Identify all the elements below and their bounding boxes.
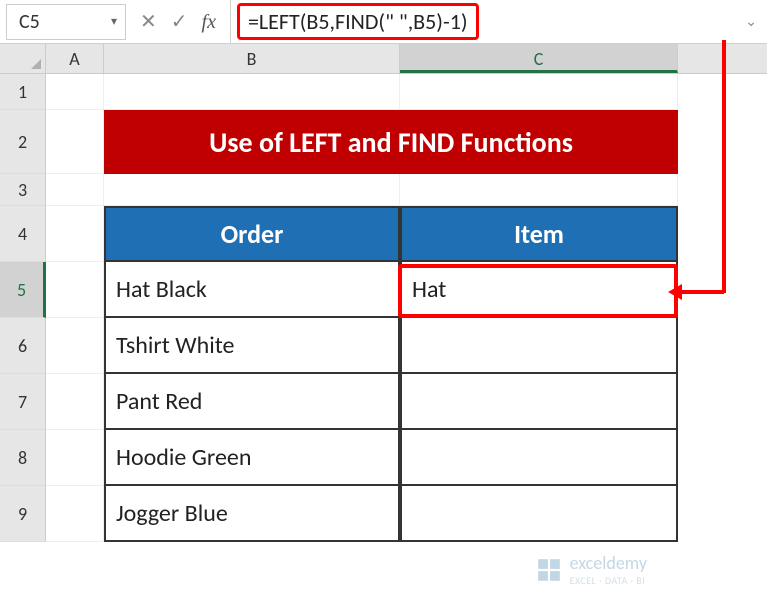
cell[interactable] — [46, 174, 104, 206]
row-5: 5 Hat Black Hat — [0, 262, 767, 318]
data-order[interactable]: Tshirt White — [104, 318, 400, 374]
cell[interactable] — [46, 262, 104, 318]
row-8: 8 Hoodie Green — [0, 430, 767, 486]
row-header[interactable]: 1 — [0, 74, 46, 110]
chevron-down-icon[interactable]: ▾ — [111, 14, 117, 29]
row-9: 9 Jogger Blue — [0, 486, 767, 542]
data-item[interactable]: Hat — [400, 262, 678, 318]
watermark: exceldemy EXCEL · DATA · BI — [536, 552, 647, 587]
row-7: 7 Pant Red — [0, 374, 767, 430]
row-header[interactable]: 8 — [0, 430, 46, 486]
row-header[interactable]: 6 — [0, 318, 46, 374]
fx-icon[interactable]: fx — [202, 12, 216, 32]
data-order[interactable]: Pant Red — [104, 374, 400, 430]
col-header-B[interactable]: B — [104, 44, 400, 73]
cell[interactable] — [46, 374, 104, 430]
select-all-corner[interactable] — [0, 44, 46, 73]
data-order[interactable]: Jogger Blue — [104, 486, 400, 542]
data-item[interactable] — [400, 318, 678, 374]
title-cell[interactable]: Use of LEFT and FIND Functions — [104, 110, 678, 174]
cell[interactable] — [400, 74, 678, 110]
row-header[interactable]: 7 — [0, 374, 46, 430]
row-header[interactable]: 4 — [0, 206, 46, 262]
cell[interactable] — [46, 110, 104, 174]
cell[interactable] — [46, 318, 104, 374]
formula-bar-buttons: ✕ ✓ fx — [126, 0, 231, 43]
cell[interactable] — [46, 430, 104, 486]
formula-bar: C5 ▾ ✕ ✓ fx =LEFT(B5,FIND(" ",B5)-1) ⌄ — [0, 0, 767, 44]
row-header[interactable]: 3 — [0, 174, 46, 206]
header-order[interactable]: Order — [104, 206, 400, 262]
data-item[interactable] — [400, 430, 678, 486]
cell[interactable] — [46, 486, 104, 542]
data-order[interactable]: Hoodie Green — [104, 430, 400, 486]
row-header[interactable]: 2 — [0, 110, 46, 174]
cell[interactable] — [104, 174, 400, 206]
watermark-tagline: EXCEL · DATA · BI — [570, 574, 647, 587]
row-header[interactable]: 5 — [0, 262, 46, 318]
cell[interactable] — [104, 74, 400, 110]
expand-chevron-icon[interactable]: ⌄ — [745, 13, 757, 30]
watermark-text: exceldemy EXCEL · DATA · BI — [570, 552, 647, 587]
col-header-A[interactable]: A — [46, 44, 104, 73]
row-2: 2 Use of LEFT and FIND Functions — [0, 110, 767, 174]
name-box[interactable]: C5 ▾ — [6, 4, 126, 40]
col-header-C[interactable]: C — [400, 44, 678, 73]
header-item[interactable]: Item — [400, 206, 678, 262]
data-item[interactable] — [400, 374, 678, 430]
row-4: 4 Order Item — [0, 206, 767, 262]
row-6: 6 Tshirt White — [0, 318, 767, 374]
row-1: 1 — [0, 74, 767, 110]
rows-container: 1 2 Use of LEFT and FIND Functions 3 4 O… — [0, 74, 767, 542]
formula-input-wrap: =LEFT(B5,FIND(" ",B5)-1) ⌄ — [231, 0, 767, 43]
spreadsheet-grid: A B C 1 2 Use of LEFT and FIND Functions… — [0, 44, 767, 542]
enter-icon[interactable]: ✓ — [171, 12, 188, 32]
data-order[interactable]: Hat Black — [104, 262, 400, 318]
formula-input[interactable]: =LEFT(B5,FIND(" ",B5)-1) — [237, 3, 479, 40]
cell[interactable] — [400, 174, 678, 206]
row-header[interactable]: 9 — [0, 486, 46, 542]
cancel-icon[interactable]: ✕ — [140, 12, 157, 32]
cell[interactable] — [46, 74, 104, 110]
watermark-name: exceldemy — [570, 552, 647, 574]
row-3: 3 — [0, 174, 767, 206]
column-headers: A B C — [0, 44, 767, 74]
data-item[interactable] — [400, 486, 678, 542]
cell[interactable] — [46, 206, 104, 262]
watermark-icon — [536, 557, 562, 583]
name-box-value: C5 — [19, 10, 40, 34]
